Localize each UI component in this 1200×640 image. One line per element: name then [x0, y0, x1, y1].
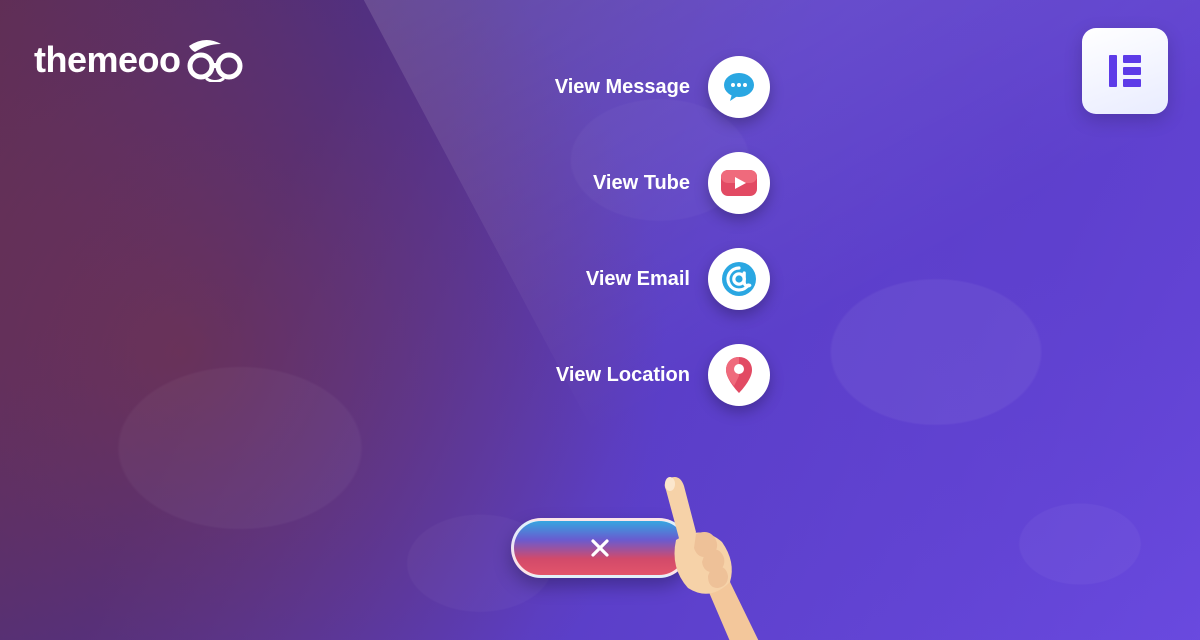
fab-circle: [708, 248, 770, 310]
fab-item-tube[interactable]: View Tube: [430, 152, 770, 214]
stage: themeoo View Message: [0, 0, 1200, 640]
fab-circle: [708, 152, 770, 214]
fab-item-message[interactable]: View Message: [430, 56, 770, 118]
fab-label: View Email: [430, 268, 690, 291]
fab-menu: View Message View Tube: [0, 56, 1200, 406]
fab-label: View Tube: [430, 172, 690, 195]
map-pin-icon: [724, 355, 754, 395]
fab-circle: [708, 56, 770, 118]
close-icon: [589, 537, 611, 559]
youtube-icon: [719, 168, 759, 198]
fab-toggle-button[interactable]: [511, 518, 689, 578]
fab-label: View Message: [430, 76, 690, 99]
fab-item-location[interactable]: View Location: [430, 344, 770, 406]
at-sign-icon: [719, 259, 759, 299]
chat-bubble-icon: [720, 68, 758, 106]
fab-label: View Location: [430, 364, 690, 387]
fab-item-email[interactable]: View Email: [430, 248, 770, 310]
fab-circle: [708, 344, 770, 406]
